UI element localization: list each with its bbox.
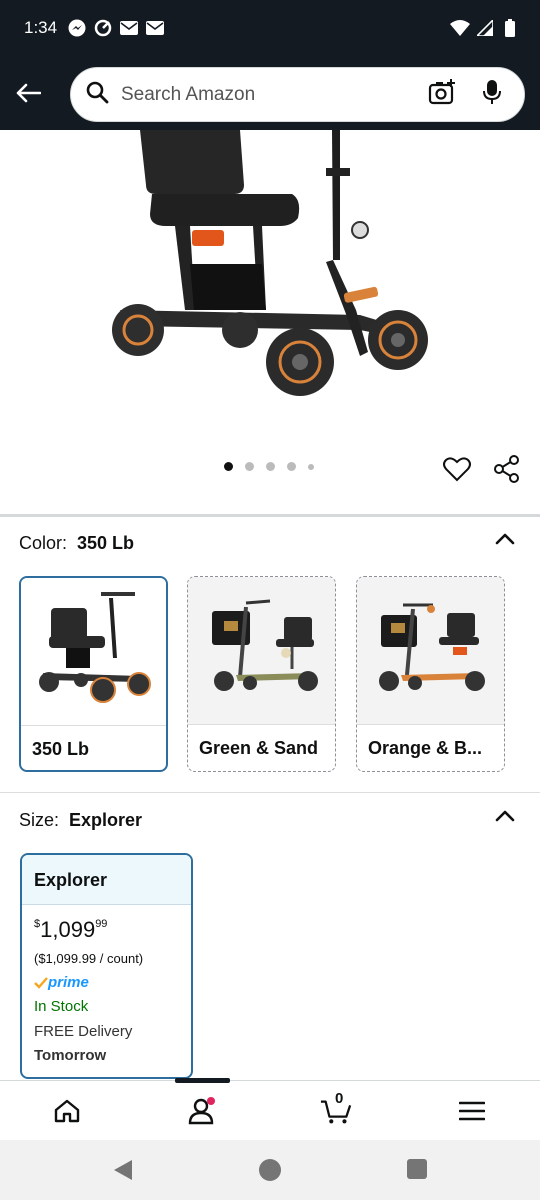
color-collapse-chevron-up-icon[interactable] [494, 528, 516, 550]
image-carousel-dots[interactable] [224, 462, 314, 471]
prime-check-icon [34, 976, 48, 989]
messenger-icon [67, 18, 87, 38]
carousel-dot[interactable] [287, 462, 296, 471]
carousel-dot[interactable] [224, 462, 233, 471]
prime-label: prime [48, 974, 89, 991]
account-icon[interactable] [186, 1095, 218, 1127]
color-option-label: 350 Lb [32, 739, 90, 759]
prime-badge: prime [34, 974, 89, 991]
stock-status: In Stock [34, 998, 89, 1015]
active-tab-indicator [175, 1078, 230, 1083]
size-selected-value: Explorer [69, 810, 143, 830]
status-system-icons [450, 18, 520, 38]
search-header: Search Amazon [0, 56, 540, 130]
color-option-thumbnail [357, 577, 504, 725]
status-bar: 1:34 [0, 0, 540, 56]
menu-icon[interactable] [456, 1095, 488, 1127]
back-arrow-icon [16, 83, 41, 103]
color-selected-value: 350 Lb [77, 533, 135, 553]
price-fraction: 99 [95, 918, 108, 930]
signal-icon [475, 18, 495, 38]
camera-search-icon[interactable] [428, 79, 456, 110]
sync-icon [93, 18, 113, 38]
size-option-title: Explorer [22, 855, 191, 905]
status-time: 1:34 [24, 18, 58, 37]
search-icon [85, 80, 109, 109]
bottom-navigation: 0 [0, 1078, 540, 1140]
carousel-dot[interactable] [245, 462, 254, 471]
microphone-icon[interactable] [482, 79, 502, 110]
system-back-icon[interactable] [112, 1158, 134, 1187]
back-button[interactable] [0, 65, 56, 121]
product-image[interactable] [0, 130, 540, 430]
mail-icon [119, 18, 139, 38]
size-option-explorer[interactable]: Explorer $1,09999 ($1,099.99 / count) pr… [20, 853, 193, 1079]
carousel-dot[interactable] [266, 462, 275, 471]
cart-count-badge: 0 [335, 1090, 344, 1107]
section-divider [0, 792, 540, 793]
color-key: Color: [19, 533, 68, 553]
price-per-unit: ($1,099.99 / count) [34, 951, 144, 966]
search-input[interactable]: Search Amazon [70, 67, 525, 122]
wishlist-heart-icon[interactable] [442, 454, 472, 484]
price-whole: 1,099 [40, 917, 96, 942]
section-divider [0, 514, 540, 517]
share-icon[interactable] [492, 454, 522, 484]
delivery-text: FREE Delivery [34, 1023, 133, 1040]
wifi-icon [450, 18, 470, 38]
mail-icon [145, 18, 165, 38]
price: $1,09999 [34, 917, 107, 943]
size-key: Size: [19, 810, 60, 830]
search-placeholder: Search Amazon [121, 83, 256, 105]
color-option-thumbnail [21, 578, 166, 726]
color-option-label: Green & Sand [199, 738, 319, 758]
system-home-icon[interactable] [258, 1158, 282, 1187]
color-option-orange-black[interactable]: Orange & B... [356, 576, 505, 772]
system-recents-icon[interactable] [406, 1158, 428, 1185]
carousel-dot[interactable] [308, 463, 314, 470]
system-navigation-bar [0, 1140, 540, 1200]
status-notification-icons [67, 18, 165, 38]
color-label: Color: 350 Lb [19, 533, 134, 554]
color-option-label: Orange & B... [368, 738, 483, 758]
home-icon[interactable] [51, 1095, 83, 1127]
size-label: Size: Explorer [19, 810, 142, 831]
delivery-day: Tomorrow [34, 1047, 107, 1064]
color-option-green-sand[interactable]: Green & Sand [187, 576, 336, 772]
battery-icon [500, 18, 520, 38]
color-option-thumbnail [188, 577, 335, 725]
size-collapse-chevron-up-icon[interactable] [494, 805, 516, 827]
color-option-350-lb[interactable]: 350 Lb [19, 576, 168, 772]
